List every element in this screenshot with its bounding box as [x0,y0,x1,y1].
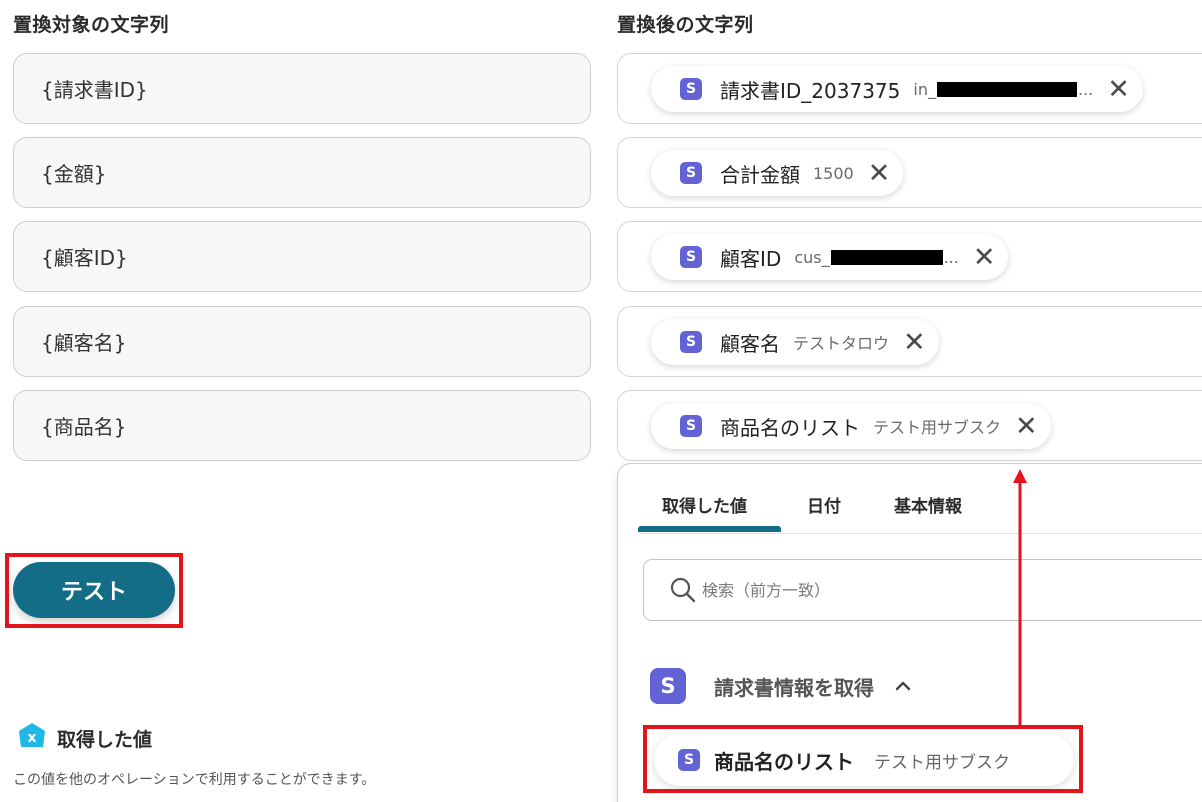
got-values-description: この値を他のオペレーションで利用することができます。 [13,772,376,788]
target-field-product-name[interactable]: {商品名} [13,390,591,461]
target-field-text: {顧客ID} [41,246,128,270]
close-icon[interactable]: ✕ [1107,76,1130,103]
target-field-text: {請求書ID} [41,78,148,102]
target-field-amount[interactable]: {金額} [13,137,591,208]
stripe-icon: S [680,78,702,100]
yoom-x-icon: x [19,723,45,747]
replacement-field-amount[interactable]: S 合計金額 1500 ✕ [617,137,1202,208]
chip-label: 請求書ID_2037375 [720,78,901,103]
chip-label: 合計金額 [720,162,800,187]
active-tab-indicator [638,526,781,532]
close-icon[interactable]: ✕ [868,160,891,187]
chip-value: テストタロウ [793,334,890,353]
replacement-field-customer-name[interactable]: S 顧客名 テストタロウ ✕ [617,306,1202,377]
tab-basic-info[interactable]: 基本情報 [894,492,962,517]
stripe-icon: S [650,668,686,704]
replacement-field-product-name[interactable]: S 商品名のリスト テスト用サブスク ✕ [617,390,1202,461]
value-chip[interactable]: S 合計金額 1500 ✕ [651,150,904,196]
chip-label: 顧客ID [720,246,782,271]
search-input[interactable] [702,576,1102,604]
chip-label: 顧客名 [720,331,780,356]
close-icon[interactable]: ✕ [903,329,926,356]
redaction-bar [830,249,943,265]
target-field-invoice-id[interactable]: {請求書ID} [13,53,591,124]
replacement-title: 置換後の文字列 [617,14,754,36]
value-chip[interactable]: S 請求書ID_2037375 in_... ✕ [651,66,1143,112]
redaction-bar [936,81,1077,97]
got-values-title: 取得した値 [57,729,153,751]
target-field-customer-name[interactable]: {顧客名} [13,306,591,377]
svg-text:x: x [27,730,36,746]
chip-value: cus_... [794,248,959,267]
tab-date[interactable]: 日付 [807,492,841,517]
chip-label: 商品名のリスト [720,415,860,440]
target-field-customer-id[interactable]: {顧客ID} [13,221,591,292]
replacement-field-customer-id[interactable]: S 顧客ID cus_... ✕ [617,221,1202,292]
group-header-invoice[interactable]: S 請求書情報を取得 [650,668,912,704]
close-icon[interactable]: ✕ [1015,413,1038,440]
target-field-text: {顧客名} [41,331,127,355]
stripe-icon: S [680,415,702,437]
group-title: 請求書情報を取得 [714,675,874,700]
stripe-icon: S [680,162,702,184]
highlight-box [643,725,1083,793]
value-chip[interactable]: S 顧客名 テストタロウ ✕ [651,319,939,365]
chip-value: in_... [913,80,1093,99]
stripe-icon: S [680,331,702,353]
chip-value: テスト用サブスク [873,418,1002,437]
chip-ellipsis: ... [943,247,959,267]
search-icon [670,577,696,603]
chip-ellipsis: ... [1077,79,1094,99]
stripe-icon: S [680,246,702,268]
chip-value: 1500 [813,163,854,183]
target-field-text: {金額} [41,162,107,186]
chip-value-text: in_ [913,79,936,99]
close-icon[interactable]: ✕ [973,244,996,271]
value-chip[interactable]: S 商品名のリスト テスト用サブスク ✕ [651,403,1051,449]
value-chip[interactable]: S 顧客ID cus_... ✕ [651,234,1009,280]
chip-value-text: cus_ [794,247,830,267]
highlight-box [5,553,183,628]
chevron-up-icon[interactable] [894,677,912,695]
tab-got-values[interactable]: 取得した値 [662,492,747,517]
replace-target-title: 置換対象の文字列 [13,14,170,36]
search-field[interactable] [643,559,1202,621]
target-field-text: {商品名} [41,415,127,439]
picker-tabs: 取得した値 日付 基本情報 [638,484,1202,534]
replacement-field-invoice-id[interactable]: S 請求書ID_2037375 in_... ✕ [617,53,1202,124]
